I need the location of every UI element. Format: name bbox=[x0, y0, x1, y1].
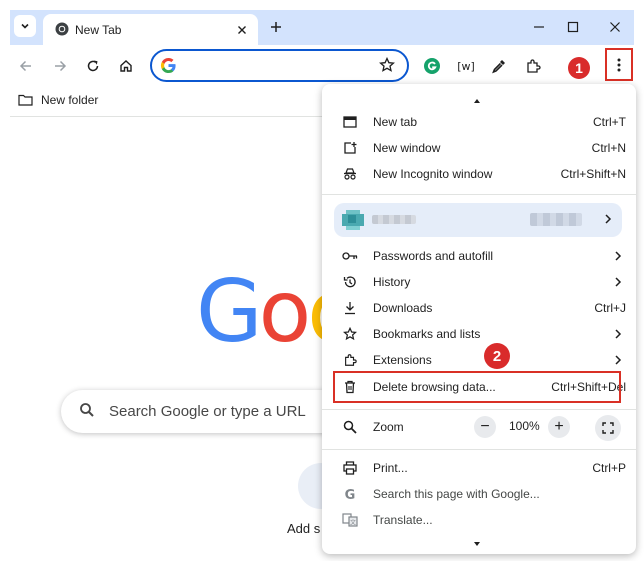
tab-title: New Tab bbox=[75, 23, 122, 37]
menu-item-print[interactable]: Print... Ctrl+P bbox=[322, 455, 636, 481]
puzzle-icon bbox=[342, 352, 358, 368]
menu-item-new-window[interactable]: New window Ctrl+N bbox=[322, 135, 636, 161]
tab-strip: New Tab bbox=[10, 10, 634, 45]
profile-avatar bbox=[342, 210, 364, 230]
incognito-icon bbox=[342, 166, 358, 182]
bookmark-folder-label: New folder bbox=[41, 93, 99, 107]
chevron-right-icon bbox=[612, 353, 624, 367]
menu-item-downloads[interactable]: Downloads Ctrl+J bbox=[322, 295, 636, 321]
new-window-icon bbox=[342, 140, 358, 156]
menu-item-extensions[interactable]: Extensions bbox=[322, 347, 636, 373]
logo-letter-g: G bbox=[196, 262, 263, 362]
zoom-out-button[interactable]: − bbox=[474, 416, 496, 438]
close-icon bbox=[238, 26, 246, 34]
logo-letter-o1: o bbox=[258, 262, 312, 362]
new-tab-icon bbox=[342, 114, 358, 130]
minimize-icon bbox=[534, 26, 544, 28]
chevron-down-icon bbox=[21, 23, 29, 29]
menu-scroll-up[interactable] bbox=[472, 96, 482, 106]
menu-separator bbox=[322, 449, 636, 450]
minimize-button[interactable] bbox=[524, 14, 554, 40]
menu-separator bbox=[322, 194, 636, 195]
toolbar: [w] 1 bbox=[10, 45, 634, 87]
fullscreen-icon bbox=[602, 422, 614, 434]
fullscreen-button[interactable] bbox=[595, 415, 621, 441]
ntp-search-box[interactable]: Search Google or type a URL bbox=[61, 390, 351, 433]
extensions-button[interactable] bbox=[521, 54, 545, 78]
search-icon bbox=[80, 403, 94, 417]
color-picker-extension-button[interactable] bbox=[487, 54, 511, 78]
zoom-level: 100% bbox=[509, 419, 540, 433]
new-tab-button[interactable] bbox=[265, 16, 287, 38]
menu-item-bookmarks-lists[interactable]: Bookmarks and lists bbox=[322, 321, 636, 347]
history-icon bbox=[342, 274, 358, 290]
reload-icon bbox=[87, 60, 99, 72]
grammarly-extension-button[interactable] bbox=[420, 54, 444, 78]
translate-icon: 文 bbox=[342, 512, 358, 528]
profile-row[interactable] bbox=[334, 203, 622, 237]
arrow-right-icon bbox=[55, 60, 67, 72]
chevron-right-icon bbox=[612, 327, 624, 341]
printer-icon bbox=[342, 460, 358, 476]
svg-text:G: G bbox=[345, 488, 356, 501]
eyedropper-icon bbox=[492, 60, 505, 74]
menu-item-history[interactable]: History bbox=[322, 269, 636, 295]
caret-up-icon bbox=[474, 99, 480, 103]
step-badge-2: 2 bbox=[484, 343, 510, 369]
home-button[interactable] bbox=[114, 54, 138, 78]
google-g-icon bbox=[160, 57, 176, 74]
reload-button[interactable] bbox=[81, 54, 105, 78]
wordtune-icon: [w] bbox=[457, 60, 475, 73]
maximize-icon bbox=[567, 21, 579, 33]
folder-icon bbox=[18, 94, 33, 106]
address-bar[interactable] bbox=[150, 49, 409, 82]
bookmark-star-icon[interactable] bbox=[379, 57, 395, 73]
tab-new-tab[interactable]: New Tab bbox=[43, 14, 258, 45]
menu-item-new-incognito-window[interactable]: New Incognito window Ctrl+Shift+N bbox=[322, 161, 636, 187]
menu-separator bbox=[322, 409, 636, 410]
menu-item-passwords-autofill[interactable]: Passwords and autofill bbox=[322, 243, 636, 269]
back-button[interactable] bbox=[14, 54, 38, 78]
caret-down-icon bbox=[474, 542, 480, 546]
menu-item-search-page-google[interactable]: G Search this page with Google... bbox=[322, 481, 636, 507]
delete-browsing-data-highlight bbox=[333, 371, 621, 403]
chrome-menu-button[interactable] bbox=[605, 48, 633, 81]
zoom-icon bbox=[342, 419, 358, 435]
menu-scroll-down[interactable] bbox=[472, 539, 482, 549]
puzzle-icon bbox=[527, 59, 541, 73]
forward-button[interactable] bbox=[48, 54, 72, 78]
svg-text:文: 文 bbox=[350, 519, 356, 527]
wordtune-extension-button[interactable]: [w] bbox=[454, 54, 478, 78]
close-icon bbox=[610, 22, 620, 32]
grammarly-icon bbox=[424, 58, 440, 74]
download-icon bbox=[342, 300, 358, 316]
tab-close-button[interactable] bbox=[232, 20, 252, 40]
chevron-right-icon bbox=[605, 214, 612, 224]
chrome-menu: New tab Ctrl+T New window Ctrl+N New Inc… bbox=[322, 84, 636, 554]
chrome-icon bbox=[55, 22, 69, 36]
arrow-left-icon bbox=[19, 60, 31, 72]
maximize-button[interactable] bbox=[558, 14, 588, 40]
key-icon bbox=[342, 248, 358, 264]
step-badge-1: 1 bbox=[568, 57, 590, 79]
google-g-icon: G bbox=[342, 486, 358, 502]
plus-icon bbox=[271, 22, 281, 32]
star-icon bbox=[342, 326, 358, 342]
zoom-in-button[interactable]: + bbox=[548, 416, 570, 438]
profile-email-redacted bbox=[530, 213, 582, 226]
add-shortcut-label: Add sh bbox=[287, 521, 321, 536]
profile-name-redacted bbox=[372, 215, 416, 224]
tab-search-button[interactable] bbox=[14, 15, 36, 37]
more-vertical-icon bbox=[617, 58, 621, 71]
menu-item-new-tab[interactable]: New tab Ctrl+T bbox=[322, 109, 636, 135]
bookmark-folder-new-folder[interactable]: New folder bbox=[18, 93, 98, 107]
home-icon bbox=[120, 60, 132, 72]
chevron-right-icon bbox=[612, 249, 624, 263]
search-placeholder: Search Google or type a URL bbox=[109, 403, 306, 420]
svg-text:[w]: [w] bbox=[457, 60, 475, 73]
close-window-button[interactable] bbox=[600, 14, 630, 40]
chevron-right-icon bbox=[612, 275, 624, 289]
menu-item-translate[interactable]: 文 Translate... bbox=[322, 507, 636, 533]
